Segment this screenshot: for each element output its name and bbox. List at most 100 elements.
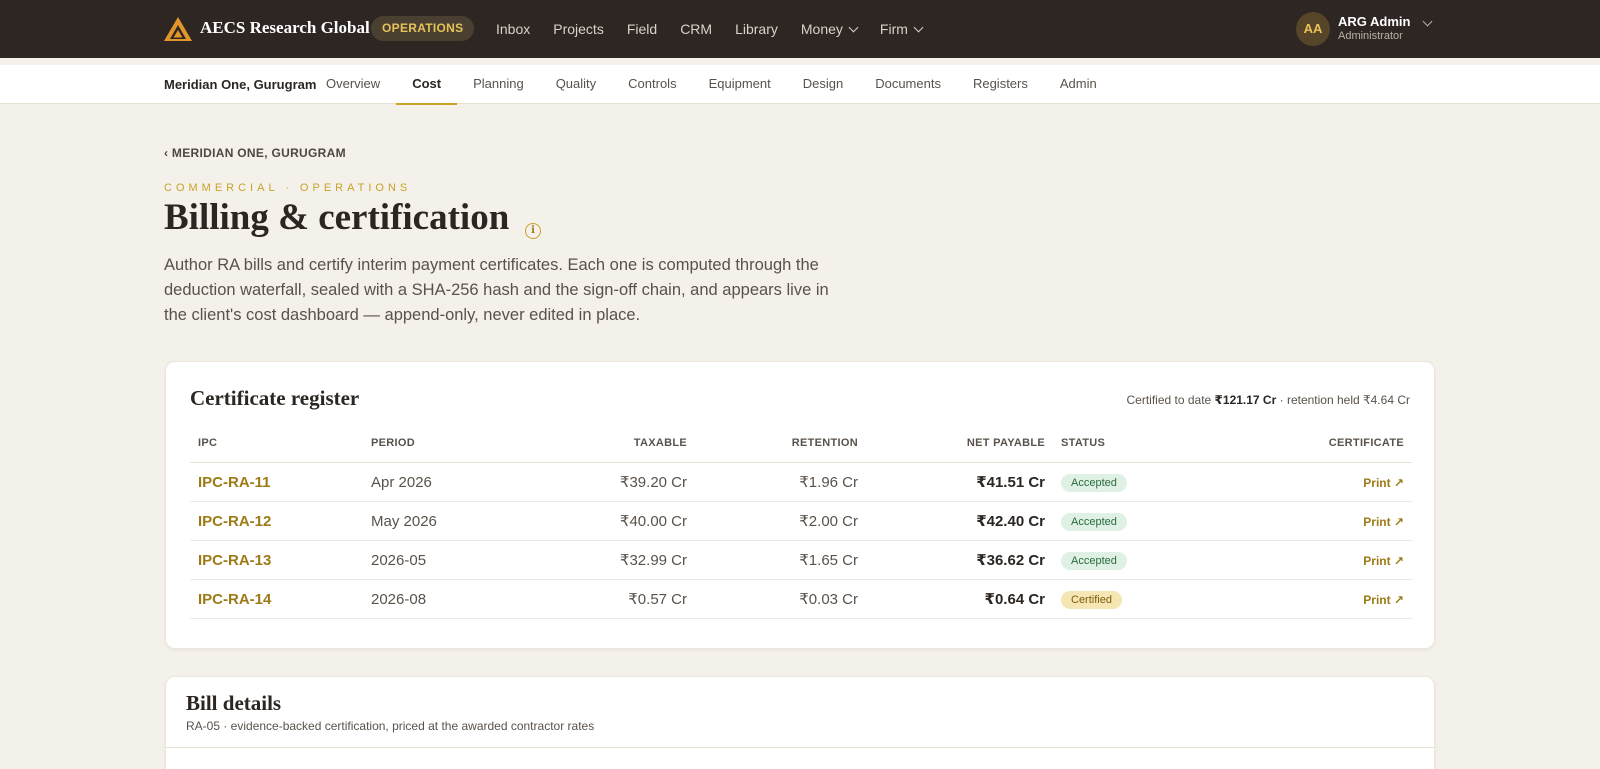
col-status: STATUS [1061, 437, 1106, 449]
tab-registers[interactable]: Registers [957, 65, 1044, 104]
user-name[interactable]: ARG Admin [1338, 14, 1410, 29]
project-tabs: Overview Cost Planning Quality Controls … [310, 65, 1113, 105]
project-name[interactable]: Meridian One, Gurugram [164, 77, 316, 92]
certificate-cell: Print ↗ [1363, 463, 1404, 502]
nav-money-label: Money [800, 21, 843, 37]
nav-firm-label: Firm [879, 21, 908, 37]
taxable-cell: ₹32.99 Cr [619, 552, 687, 569]
retention-cell: ₹0.03 Cr [799, 591, 858, 608]
card-title: Bill details [186, 691, 282, 715]
summary-mid: · retention held [1276, 393, 1363, 407]
nav-field-label: Field [626, 21, 658, 37]
nav-projects-label: Projects [553, 21, 604, 37]
tab-admin[interactable]: Admin [1044, 65, 1113, 104]
col-taxable: TAXABLE [633, 437, 687, 449]
col-net-payable: NET PAYABLE [966, 437, 1045, 449]
ipc-link[interactable]: IPC-RA-12 [198, 502, 271, 541]
col-retention: RETENTION [791, 437, 858, 449]
nav-library[interactable]: Library [735, 21, 778, 37]
register-summary: Certified to date ₹121.17 Cr · retention… [1126, 393, 1410, 407]
table-row: IPC-RA-14 2026-08 ₹0.57 Cr ₹0.03 Cr ₹0.6… [190, 580, 1412, 619]
top-bar: AECS Research Global OPERATIONS Inbox Pr… [0, 0, 1600, 58]
user-role: Administrator [1338, 30, 1403, 42]
table-row: IPC-RA-12 May 2026 ₹40.00 Cr ₹2.00 Cr ₹4… [190, 502, 1412, 541]
card-subtitle: RA-05 · evidence-backed certification, p… [186, 719, 595, 733]
chevron-down-icon [848, 22, 859, 32]
retention-held: ₹4.64 Cr [1363, 393, 1410, 407]
chevron-down-icon [913, 22, 924, 32]
brand-name[interactable]: AECS Research Global [200, 18, 370, 38]
ipc-link[interactable]: IPC-RA-11 [198, 463, 271, 502]
taxable-cell: ₹0.57 Cr [628, 591, 687, 608]
col-period: PERIOD [371, 437, 415, 449]
nav-firm[interactable]: Firm [879, 21, 924, 37]
retention-cell: ₹2.00 Cr [799, 513, 858, 530]
nav-projects[interactable]: Projects [553, 21, 604, 37]
retention-cell: ₹1.96 Cr [799, 474, 858, 491]
period-cell: 2026-08 [371, 591, 427, 608]
divider [166, 747, 1434, 748]
tab-quality[interactable]: Quality [540, 65, 612, 104]
nav-inbox[interactable]: Inbox [496, 21, 530, 37]
card-title: Certificate register [190, 386, 360, 410]
tab-equipment[interactable]: Equipment [693, 65, 787, 104]
status-badge: Certified [1061, 591, 1122, 610]
ipc-link[interactable]: IPC-RA-14 [198, 580, 271, 619]
net-payable-cell: ₹36.62 Cr [976, 552, 1045, 569]
certified-total: ₹121.17 Cr [1214, 393, 1277, 407]
certificate-cell: Print ↗ [1363, 541, 1404, 580]
retention-cell: ₹1.65 Cr [799, 552, 858, 569]
print-link[interactable]: Print ↗ [1363, 515, 1404, 529]
status-cell: Certified [1061, 580, 1122, 619]
net-payable-cell: ₹42.40 Cr [976, 513, 1045, 530]
tab-overview[interactable]: Overview [310, 65, 396, 104]
nav-money[interactable]: Money [800, 21, 859, 37]
user-menu-chevron-icon[interactable] [1422, 16, 1433, 27]
print-link[interactable]: Print ↗ [1363, 593, 1404, 607]
breadcrumb[interactable]: ‹ MERIDIAN ONE, GURUGRAM [164, 146, 346, 160]
tab-planning[interactable]: Planning [457, 65, 540, 104]
status-badge: Accepted [1061, 552, 1127, 571]
summary-prefix: Certified to date [1126, 393, 1215, 407]
nav-library-label: Library [735, 21, 778, 37]
print-link[interactable]: Print ↗ [1363, 554, 1404, 568]
info-icon[interactable]: i [525, 223, 541, 239]
nav-field[interactable]: Field [627, 21, 657, 37]
certificate-cell: Print ↗ [1363, 502, 1404, 541]
section-eyebrow: COMMERCIAL · OPERATIONS [164, 182, 412, 194]
page-title: Billing & certification [164, 197, 510, 238]
page-intro: Author RA bills and certify interim paym… [164, 256, 829, 324]
taxable-cell: ₹39.20 Cr [619, 474, 687, 491]
avatar[interactable]: AA [1296, 12, 1330, 46]
certificate-cell: Print ↗ [1363, 580, 1404, 619]
triangle-logo-icon[interactable] [163, 16, 193, 42]
status-badge: Accepted [1061, 513, 1127, 532]
main-nav: Inbox Projects Field CRM Library Money F… [496, 0, 945, 58]
status-cell: Accepted [1061, 502, 1127, 541]
nav-crm[interactable]: CRM [680, 21, 712, 37]
nav-crm-label: CRM [680, 21, 713, 37]
period-cell: 2026-05 [371, 552, 427, 569]
period-cell: May 2026 [371, 513, 437, 530]
taxable-cell: ₹40.00 Cr [619, 513, 687, 530]
tab-documents[interactable]: Documents [859, 65, 957, 104]
period-cell: Apr 2026 [371, 474, 432, 491]
print-link[interactable]: Print ↗ [1363, 476, 1404, 490]
status-cell: Accepted [1061, 541, 1127, 580]
nav-inbox-label: Inbox [496, 21, 531, 37]
status-cell: Accepted [1061, 463, 1127, 502]
col-certificate: CERTIFICATE [1328, 437, 1404, 449]
ipc-link[interactable]: IPC-RA-13 [198, 541, 271, 580]
tab-controls[interactable]: Controls [612, 65, 692, 104]
col-ipc: IPC [198, 437, 218, 449]
net-payable-cell: ₹41.51 Cr [976, 474, 1045, 491]
certificate-table: IPC PERIOD TAXABLE RETENTION NET PAYABLE… [190, 424, 1412, 619]
tab-cost[interactable]: Cost [396, 65, 457, 105]
tab-design[interactable]: Design [787, 65, 859, 104]
bill-details-card: Bill details RA-05 · evidence-backed cer… [165, 676, 1435, 769]
mode-badge: OPERATIONS [371, 16, 475, 41]
certificate-register-card: Certificate register Certified to date ₹… [165, 361, 1435, 649]
status-badge: Accepted [1061, 474, 1127, 493]
net-payable-cell: ₹0.64 Cr [984, 591, 1045, 608]
table-row: IPC-RA-13 2026-05 ₹32.99 Cr ₹1.65 Cr ₹36… [190, 541, 1412, 580]
